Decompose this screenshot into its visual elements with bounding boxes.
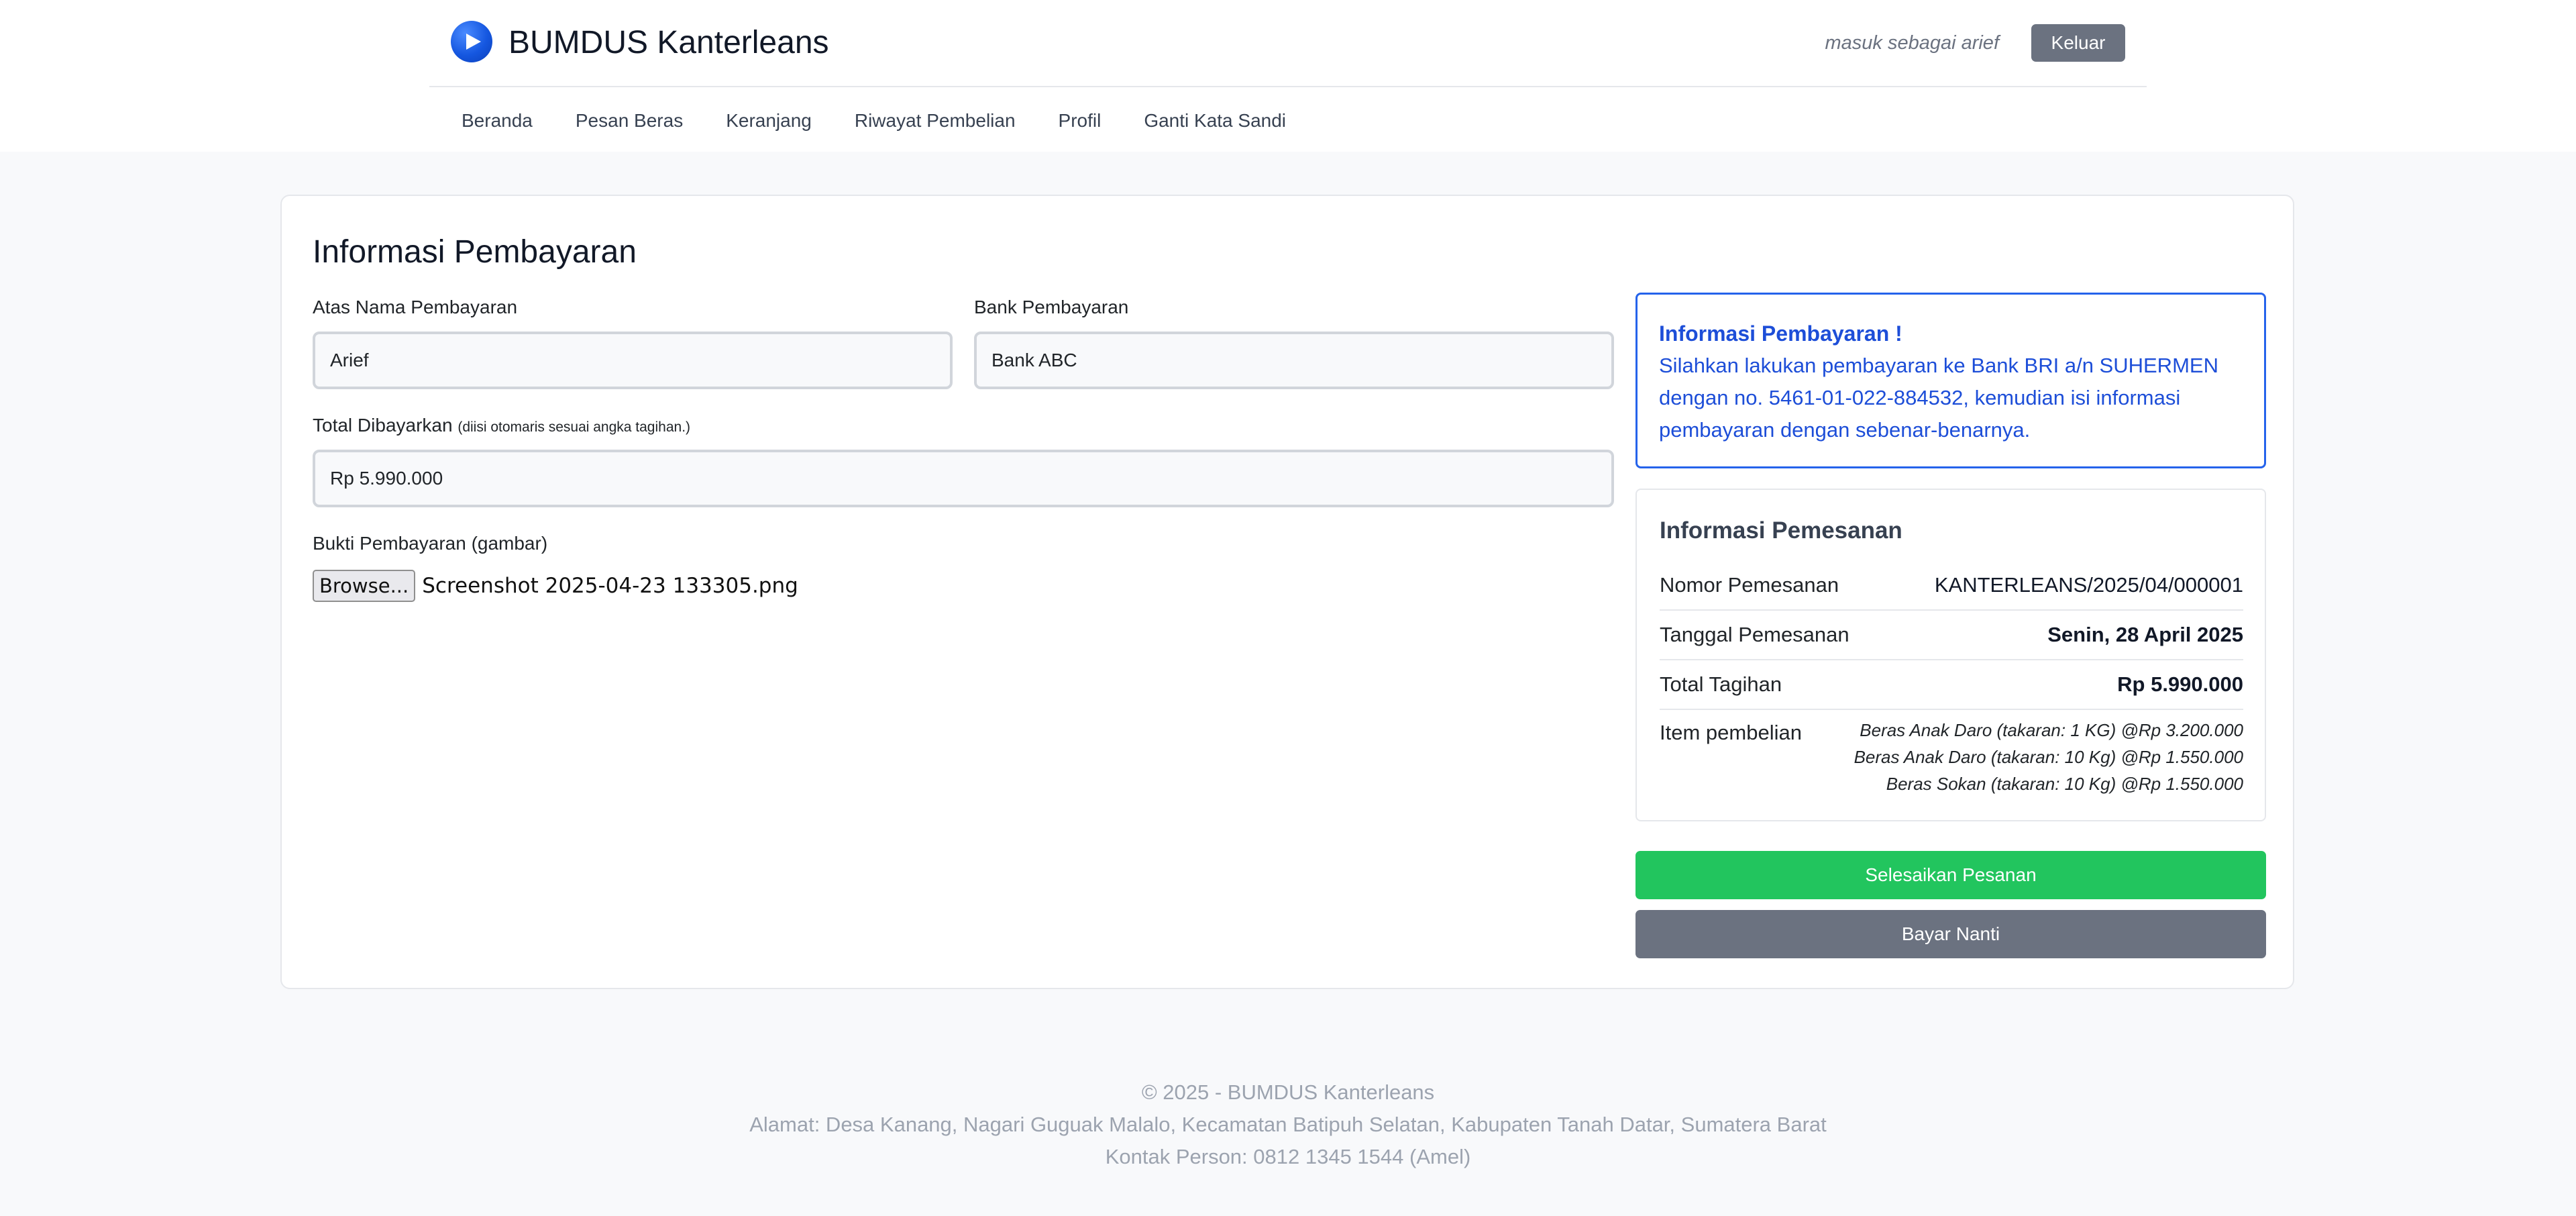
order-items-list: Beras Anak Daro (takaran: 1 KG) @Rp 3.20…: [1854, 717, 2243, 797]
browse-button[interactable]: Browse...: [313, 570, 416, 602]
order-number-value: KANTERLEANS/2025/04/000001: [1934, 573, 2243, 597]
footer-copyright: © 2025 - BUMDUS Kanterleans: [1141, 1080, 1435, 1104]
nav-item-beranda[interactable]: Beranda: [462, 106, 533, 136]
nav-item-keranjang[interactable]: Keranjang: [726, 106, 812, 136]
logout-button[interactable]: Keluar: [2031, 24, 2125, 62]
logged-in-user-text: masuk sebagai arief: [1825, 32, 1999, 54]
list-item: Beras Sokan (takaran: 10 Kg) @Rp 1.550.0…: [1886, 774, 2243, 794]
payment-card: Informasi Pembayaran Atas Nama Pembayara…: [280, 195, 2294, 989]
bank-input[interactable]: [974, 332, 1614, 389]
total-paid-label-text: Total Dibayarkan: [313, 415, 453, 436]
footer: © 2025 - BUMDUS Kanterleans Alamat: Desa…: [0, 1076, 2576, 1173]
payment-proof-file-input[interactable]: Browse... Screenshot 2025-04-23 133305.p…: [313, 569, 798, 603]
payment-proof-label: Bukti Pembayaran (gambar): [313, 533, 548, 554]
pay-later-button[interactable]: Bayar Nanti: [1635, 910, 2266, 958]
navbar-container: BUMDUS Kanterleans masuk sebagai arief K…: [429, 0, 2147, 152]
nav-item-ganti-kata-sandi[interactable]: Ganti Kata Sandi: [1144, 106, 1286, 136]
order-total-value: Rp 5.990.000: [2117, 672, 2243, 696]
order-total-row: Total Tagihan Rp 5.990.000: [1660, 660, 2243, 710]
total-paid-input[interactable]: [313, 450, 1614, 507]
order-info-title: Informasi Pemesanan: [1660, 517, 1902, 544]
total-paid-label: Total Dibayarkan (diisi otomaris sesuai …: [313, 413, 690, 440]
payment-info-title: Informasi Pembayaran !: [1659, 321, 1902, 346]
footer-contact: Kontak Person: 0812 1345 1544 (Amel): [1105, 1145, 1471, 1168]
brand-title[interactable]: BUMDUS Kanterleans: [508, 24, 829, 62]
main-nav: Beranda Pesan Beras Keranjang Riwayat Pe…: [462, 106, 1329, 136]
nav-item-pesan-beras[interactable]: Pesan Beras: [576, 106, 683, 136]
brand-row: BUMDUS Kanterleans masuk sebagai arief K…: [429, 0, 2147, 87]
payment-info-alert: Informasi Pembayaran ! Silahkan lakukan …: [1635, 293, 2266, 468]
footer-address: Alamat: Desa Kanang, Nagari Guguak Malal…: [749, 1113, 1827, 1136]
list-item: Beras Anak Daro (takaran: 1 KG) @Rp 3.20…: [1860, 720, 2243, 740]
finish-order-button[interactable]: Selesaikan Pesanan: [1635, 851, 2266, 899]
bank-label: Bank Pembayaran: [974, 297, 1129, 317]
play-logo-icon[interactable]: [451, 21, 492, 62]
payer-name-label: Atas Nama Pembayaran: [313, 297, 518, 317]
top-navbar: BUMDUS Kanterleans masuk sebagai arief K…: [0, 0, 2576, 152]
page-title: Informasi Pembayaran: [313, 234, 637, 270]
order-number-label: Nomor Pemesanan: [1660, 573, 1839, 597]
nav-item-riwayat-pembelian[interactable]: Riwayat Pembelian: [855, 106, 1016, 136]
order-date-value: Senin, 28 April 2025: [2047, 623, 2243, 646]
order-date-label: Tanggal Pemesanan: [1660, 623, 1849, 646]
selected-file-name: Screenshot 2025-04-23 133305.png: [422, 574, 798, 598]
order-date-row: Tanggal Pemesanan Senin, 28 April 2025: [1660, 611, 2243, 660]
order-info-panel: Informasi Pemesanan Nomor Pemesanan KANT…: [1635, 489, 2266, 821]
payer-name-input[interactable]: [313, 332, 953, 389]
total-paid-hint: (diisi otomaris sesuai angka tagihan.): [458, 419, 691, 435]
order-number-row: Nomor Pemesanan KANTERLEANS/2025/04/0000…: [1660, 561, 2243, 611]
order-total-label: Total Tagihan: [1660, 672, 1782, 696]
list-item: Beras Anak Daro (takaran: 10 Kg) @Rp 1.5…: [1854, 747, 2243, 767]
order-items-label: Item pembelian: [1660, 721, 1802, 744]
payment-info-text: Silahkan lakukan pembayaran ke Bank BRI …: [1659, 354, 2218, 442]
nav-item-profil[interactable]: Profil: [1059, 106, 1102, 136]
